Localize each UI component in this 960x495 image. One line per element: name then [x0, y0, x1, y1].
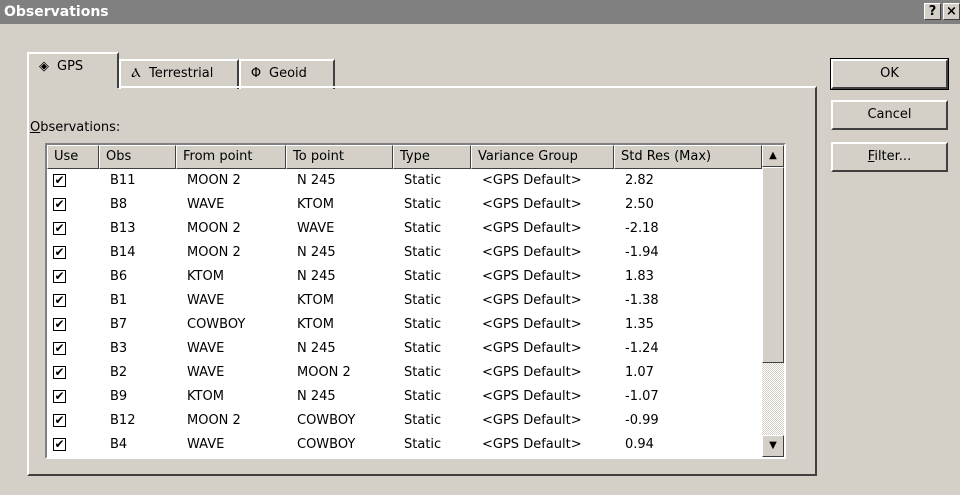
tab-geoid-label: Geoid — [269, 66, 307, 81]
tab-terrestrial[interactable]: Ⲁ Terrestrial — [119, 59, 239, 89]
gps-satellite-icon: ◈ — [39, 59, 49, 74]
title-bar: Observations ? × — [0, 0, 960, 24]
window-title: Observations — [4, 4, 109, 20]
tripod-icon: Ⲁ — [131, 66, 141, 81]
help-button[interactable]: ? — [924, 3, 941, 20]
tab-terrestrial-label: Terrestrial — [149, 66, 214, 81]
observations-dialog: Observations ? × ◈ GPS Ⲁ Terrestrial Φ Geoi… — [0, 0, 960, 495]
filter-button-rest: ilter... — [874, 149, 912, 164]
filter-button[interactable]: Filter... — [831, 142, 948, 172]
cancel-button[interactable]: Cancel — [831, 100, 948, 130]
close-button[interactable]: × — [943, 3, 960, 20]
tab-geoid[interactable]: Φ Geoid — [239, 59, 335, 89]
tab-panel-gps — [27, 86, 817, 476]
tab-gps-label: GPS — [57, 59, 84, 74]
tab-gps[interactable]: ◈ GPS — [27, 52, 119, 88]
geoid-icon: Φ — [250, 66, 262, 81]
ok-button[interactable]: OK — [830, 58, 949, 90]
